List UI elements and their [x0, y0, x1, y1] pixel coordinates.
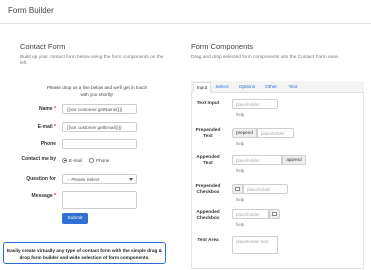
- radio-phone-label: Phone: [96, 157, 110, 163]
- submit-button[interactable]: Submit: [62, 213, 88, 224]
- question-for-value: -- Please Select: [67, 176, 100, 182]
- question-for-select[interactable]: -- Please Select: [62, 174, 137, 184]
- radio-phone[interactable]: [89, 157, 95, 163]
- name-field[interactable]: {{var customer.getName()}}: [62, 104, 137, 114]
- tab-input[interactable]: Input: [193, 82, 211, 93]
- chevron-down-icon: [129, 178, 133, 181]
- help-text: help: [236, 197, 245, 202]
- help-text: help: [236, 168, 245, 173]
- top-bar: Form Builder: [0, 0, 371, 24]
- promo-callout: Easily create virtually any type of cont…: [3, 242, 166, 264]
- tab-text[interactable]: Text: [285, 82, 301, 93]
- email-field[interactable]: {{var customer.getEmail()}}: [62, 122, 137, 132]
- message-label: Message *: [31, 193, 56, 199]
- text-input-component[interactable]: placeholder: [232, 99, 278, 109]
- email-label: E-mail *: [37, 124, 56, 130]
- prepended-checkbox-label: Prepended Checkbox: [195, 184, 221, 195]
- contact-email-option[interactable]: E-mail: [62, 157, 83, 163]
- appended-checkbox-component[interactable]: placeholder: [232, 209, 269, 219]
- tab-options[interactable]: Options: [236, 82, 258, 93]
- contact-me-by-label: Contact me by: [21, 156, 56, 162]
- name-label: Name *: [39, 106, 56, 112]
- prepended-text-label: Prepended Text: [195, 128, 221, 139]
- tab-select[interactable]: Select: [213, 82, 231, 93]
- prepended-checkbox-component[interactable]: placeholder: [243, 184, 288, 194]
- appended-checkbox[interactable]: [272, 211, 277, 216]
- question-for-label: Question for: [26, 176, 56, 182]
- form-components-description: Drag and drop selected form components i…: [191, 55, 339, 60]
- contact-method-group: E-mail Phone: [62, 156, 116, 164]
- radio-email[interactable]: [62, 157, 67, 163]
- text-area-component[interactable]: placeholder text: [232, 236, 278, 254]
- contact-form-title: Contact Form: [20, 42, 66, 51]
- append-addon: append: [282, 155, 306, 165]
- help-text: help: [236, 141, 245, 146]
- appended-checkbox-label: Appended Checkbox: [196, 210, 220, 221]
- page-title: Form Builder: [8, 6, 54, 15]
- text-input-label: Text Input: [196, 101, 220, 106]
- prepended-text-component[interactable]: placeholder: [257, 128, 294, 138]
- prepended-checkbox[interactable]: [235, 186, 240, 191]
- contact-form-description: Build up your contact form below using t…: [20, 55, 164, 66]
- prepend-addon: prepend: [232, 128, 257, 138]
- form-intro-text: Please drop us a line below and we'll ge…: [46, 85, 148, 97]
- appended-text-label: Appended Text: [196, 155, 220, 166]
- phone-label: Phone: [40, 141, 56, 147]
- tab-other[interactable]: Other: [262, 82, 280, 93]
- text-area-label: Text Area: [197, 238, 219, 243]
- phone-field[interactable]: [62, 139, 137, 149]
- radio-email-label: E-mail: [69, 157, 83, 163]
- form-components-title: Form Components: [191, 42, 254, 51]
- contact-phone-option[interactable]: Phone: [89, 157, 110, 163]
- help-text: help: [236, 112, 245, 117]
- appended-text-component[interactable]: placeholder: [232, 155, 282, 165]
- help-text: help: [236, 222, 245, 227]
- message-textarea[interactable]: [62, 191, 137, 209]
